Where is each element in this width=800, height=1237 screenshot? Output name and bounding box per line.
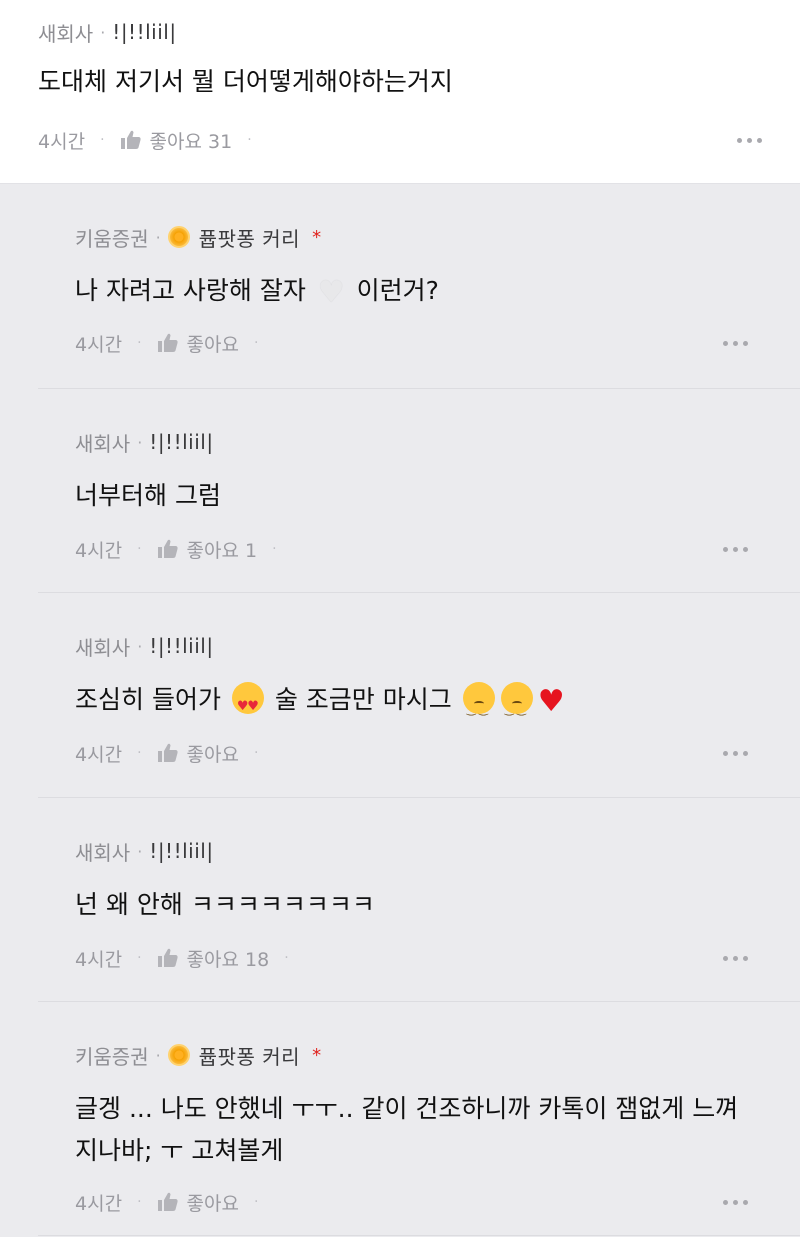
flower-badge-icon <box>167 1044 190 1066</box>
badge-star: * <box>312 1044 322 1066</box>
author-company[interactable]: 새회사 <box>75 632 130 661</box>
comment-time: 4시간 <box>75 333 123 356</box>
more-horizontal-icon[interactable] <box>723 541 748 558</box>
comment-time: 4시간 <box>75 1192 123 1215</box>
comment-meta: 키움증권 · 퓹팟퐁 커리 * <box>75 1040 321 1070</box>
action-separator: · <box>100 132 105 148</box>
author-nickname[interactable]: !|!!liil| <box>149 430 213 454</box>
pensive-face-emoji <box>500 682 533 731</box>
like-label: 좋아요 <box>186 333 239 356</box>
body-text: 나 자려고 사랑해 잘자 <box>75 276 306 305</box>
author-company[interactable]: 새회사 <box>38 18 93 47</box>
meta-separator: · <box>100 22 106 42</box>
comment-body: 도대체 저기서 뭘 더어떻게해야하는거지 <box>38 67 453 96</box>
more-horizontal-icon[interactable] <box>723 1194 748 1211</box>
comment-body: 조심히 들어가 술 조금만 마시그 ♥ <box>75 679 760 731</box>
heart-eyes-emoji <box>231 682 264 728</box>
thumbs-up-icon <box>157 743 178 762</box>
body-line: 글겡 ... 나도 안했네 ㅜㅜ.. 같이 건조하니까 카톡이 잼없게 느껴 <box>75 1094 739 1123</box>
author-company[interactable]: 새회사 <box>75 428 130 457</box>
more-horizontal-icon[interactable] <box>723 950 748 967</box>
more-horizontal-icon[interactable] <box>737 132 762 149</box>
meta-separator: · <box>137 636 143 656</box>
action-separator: · <box>137 335 142 351</box>
author-company[interactable]: 새회사 <box>75 837 130 866</box>
reply-item: 새회사 · !|!!liil| 조심히 들어가 술 조금만 마시그 ♥ 4시간 … <box>38 593 800 798</box>
like-button[interactable]: 좋아요 1 <box>157 536 258 563</box>
comment-time: 4시간 <box>75 539 123 562</box>
meta-separator: · <box>155 1045 161 1065</box>
body-text: 술 조금만 마시그 <box>274 685 452 714</box>
action-separator: · <box>247 132 252 148</box>
like-label: 좋아요 18 <box>186 948 270 971</box>
comment-body: 넌 왜 안해 ㅋㅋㅋㅋㅋㅋㅋㅋ <box>75 890 375 919</box>
action-separator: · <box>253 335 259 351</box>
meta-separator: · <box>137 432 143 452</box>
comment-meta: 새회사 · !|!!liil| <box>75 836 214 866</box>
like-label: 좋아요 <box>186 1192 239 1215</box>
reply-item: 키움증권 · 퓹팟퐁 커리 * 글겡 ... 나도 안했네 ㅜㅜ.. 같이 건조… <box>38 1002 800 1236</box>
action-separator: · <box>137 541 142 557</box>
body-line: 지나바; ㅜ 고쳐볼게 <box>75 1136 284 1165</box>
like-button[interactable]: 좋아요 31 <box>120 127 233 154</box>
comment-actions: 4시간 · 좋아요 31 · <box>38 124 762 156</box>
comment-meta: 새회사 · !|!!liil| <box>75 427 214 457</box>
action-separator: · <box>272 541 277 557</box>
author-company[interactable]: 키움증권 <box>75 223 149 252</box>
author-nickname[interactable]: !|!!liil| <box>149 839 213 863</box>
comment-time: 4시간 <box>75 743 123 766</box>
top-comment: 새회사 · !|!!liil| 도대체 저기서 뭘 더어떻게해야하는거지 4시간… <box>0 0 800 184</box>
reply-item: 키움증권 · 퓹팟퐁 커리 * 나 자려고 사랑해 잘자 ♥ 이런거? 4시간 … <box>38 184 800 389</box>
author-company[interactable]: 키움증권 <box>75 1041 149 1070</box>
reply-item: 새회사 · !|!!liil| 너부터해 그럼 4시간 · 좋아요 1 · <box>38 389 800 593</box>
like-button[interactable]: 좋아요 <box>157 740 239 767</box>
thumbs-up-icon <box>157 333 178 352</box>
comment-time: 4시간 <box>75 948 123 971</box>
like-label: 좋아요 31 <box>149 130 233 153</box>
comment-actions: 4시간 · 좋아요 · <box>75 1186 748 1218</box>
comment-actions: 4시간 · 좋아요 18 · <box>75 942 748 974</box>
thumbs-up-icon <box>157 948 178 967</box>
action-separator: · <box>253 1194 259 1210</box>
like-label: 좋아요 1 <box>186 539 258 562</box>
body-text: 조심히 들어가 <box>75 685 221 714</box>
meta-separator: · <box>155 227 161 247</box>
comment-actions: 4시간 · 좋아요 1 · <box>75 533 748 565</box>
author-badge-name[interactable]: 퓹팟퐁 커리 <box>199 223 300 252</box>
meta-separator: · <box>137 841 143 861</box>
thumbs-up-icon <box>120 130 141 149</box>
comment-meta: 키움증권 · 퓹팟퐁 커리 * <box>75 222 321 252</box>
comment-time: 4시간 <box>38 130 86 153</box>
action-separator: · <box>137 950 142 966</box>
comment-actions: 4시간 · 좋아요 · <box>75 327 748 359</box>
action-separator: · <box>137 745 142 761</box>
comment-body: 너부터해 그럼 <box>75 481 221 510</box>
action-separator: · <box>284 950 289 966</box>
comment-body: 나 자려고 사랑해 잘자 ♥ 이런거? <box>75 270 760 314</box>
author-badge-name[interactable]: 퓹팟퐁 커리 <box>199 1041 300 1070</box>
action-separator: · <box>137 1194 142 1210</box>
like-button[interactable]: 좋아요 <box>157 1189 239 1216</box>
action-separator: · <box>253 745 259 761</box>
thumbs-up-icon <box>157 1192 178 1211</box>
more-horizontal-icon[interactable] <box>723 745 748 762</box>
pensive-face-emoji <box>462 682 495 731</box>
like-button[interactable]: 좋아요 18 <box>157 945 270 972</box>
badge-star: * <box>312 226 322 248</box>
red-heart-emoji: ♥ <box>537 684 565 719</box>
comment-actions: 4시간 · 좋아요 · <box>75 737 748 769</box>
body-text: 이런거? <box>356 276 439 305</box>
comment-meta: 새회사 · !|!!liil| <box>38 17 177 47</box>
author-nickname[interactable]: !|!!liil| <box>112 20 176 44</box>
like-label: 좋아요 <box>186 743 239 766</box>
flower-badge-icon <box>167 226 190 248</box>
comment-meta: 새회사 · !|!!liil| <box>75 631 214 661</box>
thumbs-up-icon <box>157 539 178 558</box>
reply-item: 새회사 · !|!!liil| 넌 왜 안해 ㅋㅋㅋㅋㅋㅋㅋㅋ 4시간 · 좋아… <box>38 798 800 1002</box>
like-button[interactable]: 좋아요 <box>157 330 239 357</box>
author-nickname[interactable]: !|!!liil| <box>149 634 213 658</box>
comment-body: 글겡 ... 나도 안했네 ㅜㅜ.. 같이 건조하니까 카톡이 잼없게 느껴 지… <box>75 1088 760 1172</box>
white-heart-emoji: ♥ <box>317 275 345 310</box>
more-horizontal-icon[interactable] <box>723 335 748 352</box>
